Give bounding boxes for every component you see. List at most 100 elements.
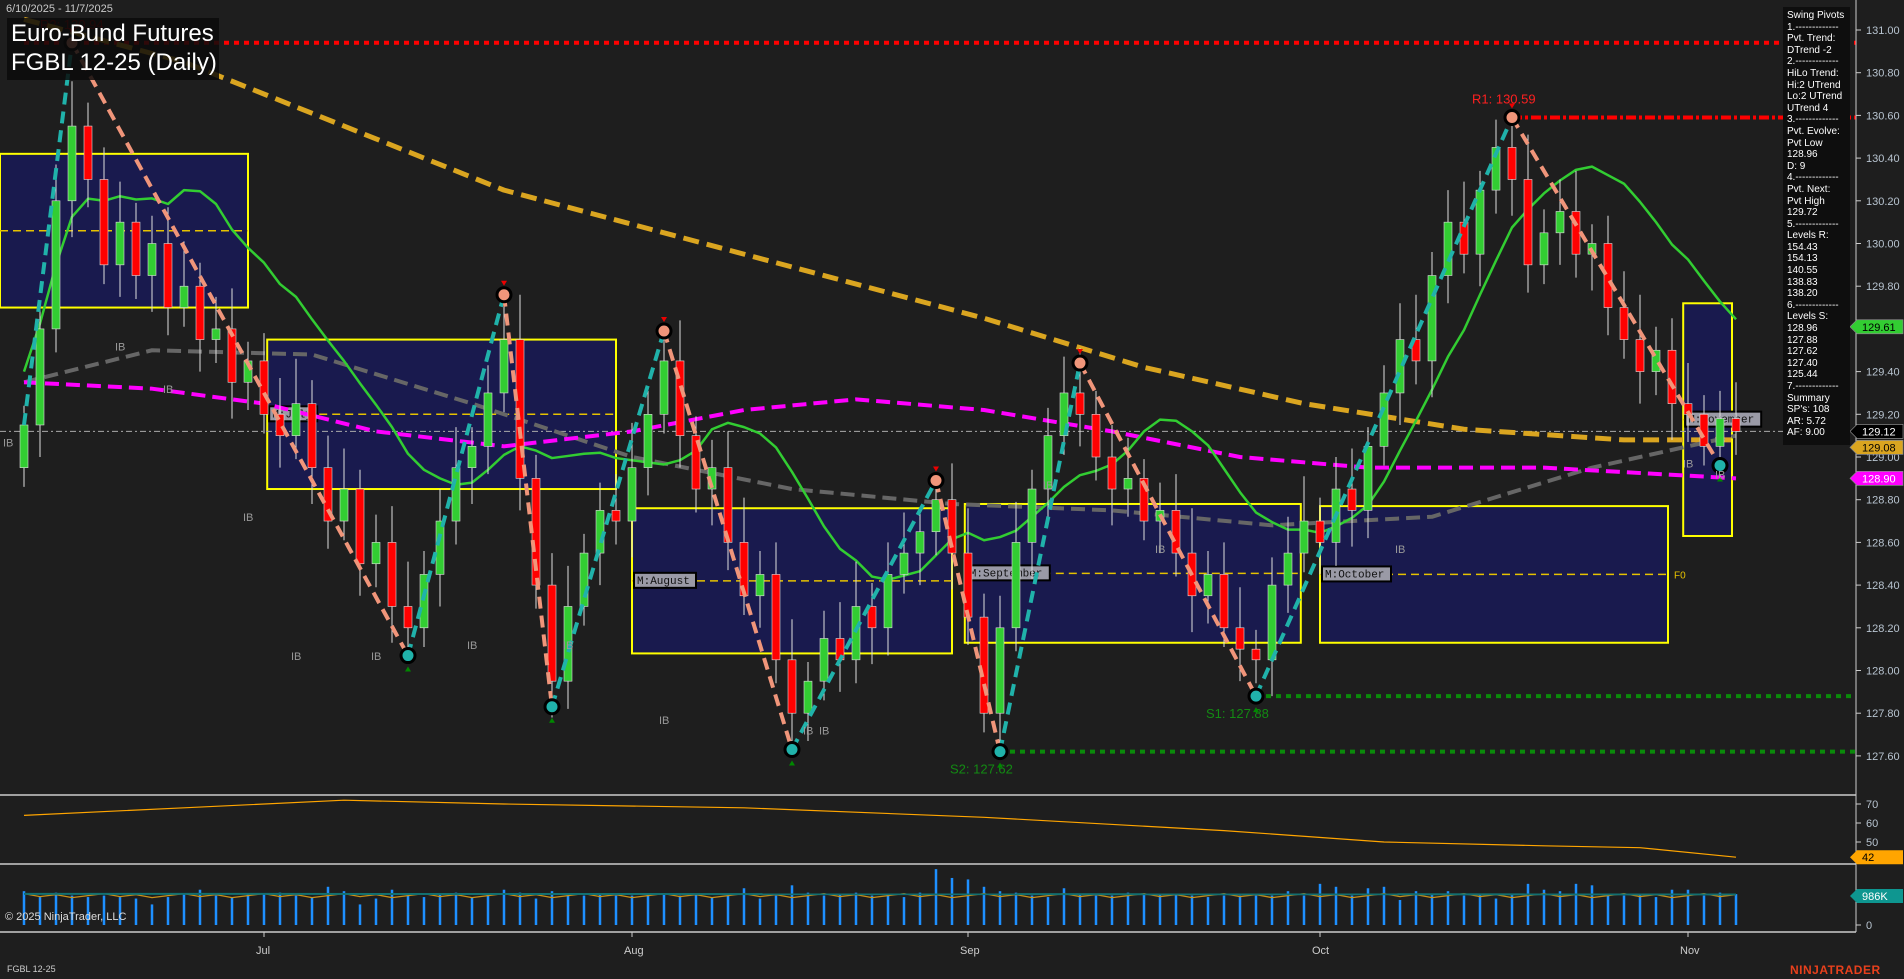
info-line: AF: 9.00 — [1787, 427, 1825, 439]
candle — [515, 294, 525, 511]
up-candle — [1443, 221, 1453, 276]
time-tick-label: Nov — [1680, 945, 1700, 957]
time-tick-label: Jul — [256, 945, 270, 957]
up-candle — [1363, 446, 1373, 511]
down-candle — [1731, 418, 1741, 432]
candle — [1091, 390, 1101, 481]
candle — [1603, 215, 1613, 336]
down-candle — [1603, 243, 1613, 308]
up-candle — [467, 446, 477, 468]
level-label: R1: 130.59 — [1472, 92, 1536, 107]
price-tick-label: 130.80 — [1866, 68, 1900, 80]
info-line: 4.------------- — [1787, 172, 1839, 184]
candle — [1635, 294, 1645, 404]
candle — [1491, 119, 1501, 214]
price-tick-label: 127.60 — [1866, 751, 1900, 763]
candle — [1523, 134, 1533, 293]
osc-tick-label: 70 — [1866, 799, 1878, 811]
down-triangle-icon — [661, 317, 667, 323]
up-candle — [851, 606, 861, 661]
info-line: Swing Pivots — [1787, 10, 1845, 21]
down-candle — [131, 221, 141, 276]
ib-label: IB — [659, 715, 669, 727]
price-chart[interactable]: M:JulyM:AugustM:SeptemberM:OctoberM:Nove… — [0, 0, 1904, 979]
price-tick-label: 128.40 — [1866, 580, 1900, 592]
ib-label: IB — [1683, 459, 1693, 471]
up-candle — [147, 243, 157, 276]
info-line: UTrend 4 — [1787, 102, 1829, 114]
down-candle — [163, 243, 173, 308]
time-tick-label: Sep — [960, 945, 980, 957]
month-label: M:August — [633, 571, 697, 589]
down-candle — [1619, 307, 1629, 340]
down-triangle-icon — [1077, 349, 1083, 355]
up-candle — [659, 360, 669, 415]
ib-label: IB — [115, 341, 125, 353]
level-label: S1: 127.88 — [1206, 706, 1269, 721]
info-line: Levels R: — [1787, 230, 1829, 242]
info-line: 138.83 — [1787, 276, 1818, 288]
candle — [1731, 382, 1741, 455]
up-candle — [819, 638, 829, 682]
instrument-symbol: FGBL 12-25 (Daily) — [11, 49, 217, 76]
down-candle — [1315, 520, 1325, 543]
info-line: 128.96 — [1787, 149, 1818, 161]
down-candle — [99, 179, 109, 266]
info-line: Pvt Low — [1787, 137, 1823, 149]
down-triangle-icon — [501, 280, 507, 286]
down-candle — [355, 488, 365, 565]
info-line: Pvt. Next: — [1787, 183, 1831, 195]
price-tag-value: 129.12 — [1862, 426, 1896, 438]
up-candle — [1715, 418, 1725, 447]
up-candle — [499, 339, 509, 394]
candle — [643, 390, 653, 496]
swing-low-marker — [991, 743, 1009, 761]
zigzag-down-leg — [1510, 116, 1722, 467]
swing-low-marker — [399, 647, 417, 665]
up-candle — [803, 680, 813, 714]
up-candle — [211, 328, 221, 340]
price-tick-label: 128.00 — [1866, 666, 1900, 678]
osc-tick-label: 50 — [1866, 837, 1878, 849]
info-line: Hi:2 UTrend — [1787, 79, 1841, 91]
swing-high-marker — [1503, 109, 1521, 127]
down-candle — [1251, 648, 1261, 661]
info-line: 6.------------- — [1787, 299, 1839, 311]
date-range: 6/10/2025 - 11/7/2025 — [6, 3, 113, 15]
up-triangle-icon — [549, 717, 555, 723]
up-candle — [35, 328, 45, 426]
candle — [1059, 356, 1069, 455]
down-candle — [1091, 413, 1101, 458]
ib-label: IB — [803, 726, 813, 738]
up-candle — [579, 552, 589, 607]
month-label: M:October — [1321, 565, 1392, 583]
swing-high-marker — [927, 471, 945, 489]
level-label: S2: 127.62 — [950, 762, 1013, 777]
info-line: DTrend -2 — [1787, 44, 1832, 56]
up-candle — [19, 424, 29, 468]
up-candle — [115, 221, 125, 266]
candle — [659, 328, 669, 434]
footer-symbol: FGBL 12-25 — [7, 964, 56, 974]
ib-label: IB — [467, 640, 477, 652]
price-tick-label: 128.20 — [1866, 623, 1900, 635]
down-candle — [1635, 339, 1645, 372]
ninjatrader-logo: NINJATRADER — [1790, 963, 1881, 977]
up-triangle-icon — [789, 760, 795, 766]
candle — [403, 561, 413, 656]
info-line: D: 9 — [1787, 160, 1806, 172]
info-line: Pvt High — [1787, 195, 1825, 207]
down-candle — [1667, 349, 1677, 404]
down-candle — [1219, 574, 1229, 629]
up-candle — [1203, 574, 1213, 597]
down-candle — [1075, 392, 1085, 415]
up-candle — [1283, 552, 1293, 586]
up-candle — [51, 200, 61, 330]
up-candle — [179, 285, 189, 308]
up-candle — [419, 574, 429, 629]
info-line: 3.------------- — [1787, 114, 1839, 126]
info-line: Levels S: — [1787, 311, 1829, 323]
down-candle — [387, 542, 397, 607]
down-candle — [195, 285, 205, 340]
up-candle — [1267, 584, 1277, 661]
